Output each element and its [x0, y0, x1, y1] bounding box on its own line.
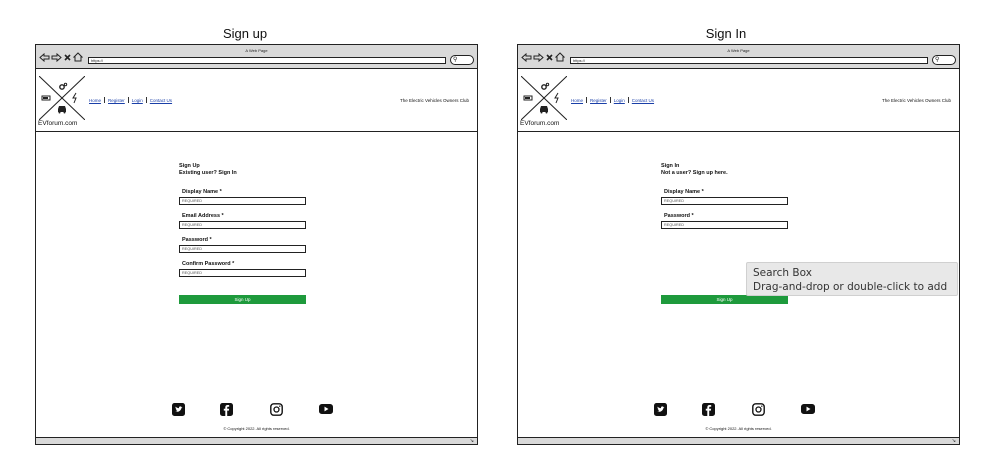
stop-icon[interactable] — [545, 53, 554, 62]
resize-grip-icon[interactable]: ↘ — [470, 438, 474, 444]
browser-search[interactable]: ⚲ — [450, 55, 474, 65]
forward-arrow-icon[interactable] — [51, 52, 62, 62]
facebook-icon[interactable] — [702, 403, 715, 416]
browser-page-name: A Web Page — [245, 48, 268, 53]
email-field: Email Address * REQUIRED — [179, 213, 306, 229]
wireframe-signup: A Web Page https:// ⚲ EVforum.com Home R… — [35, 44, 478, 445]
board-title-signup: Sign up — [222, 26, 268, 41]
logo[interactable] — [38, 75, 86, 121]
nav-home[interactable]: Home — [89, 98, 101, 103]
browser-chrome: A Web Page https:// ⚲ — [518, 45, 959, 69]
display-name-field: Display Name * REQUIRED — [179, 189, 306, 205]
browser-nav-buttons — [39, 52, 83, 62]
display-name-field: Display Name * REQUIRED — [661, 189, 788, 205]
field-label: Display Name * — [182, 189, 222, 195]
header-divider — [36, 131, 477, 132]
signin-form: Sign In Not a user? Sign up here. Displa… — [661, 163, 788, 237]
facebook-icon[interactable] — [220, 403, 233, 416]
browser-status-bar: ↘ — [518, 437, 959, 444]
copyright-icon: © — [705, 426, 709, 431]
search-icon: ⚲ — [453, 57, 458, 63]
twitter-icon[interactable] — [172, 403, 185, 416]
password-field: Password * REQUIRED — [661, 213, 788, 229]
display-name-input[interactable]: REQUIRED — [179, 197, 306, 205]
confirm-password-field: Confirm Password * REQUIRED — [179, 261, 306, 277]
club-name: The Electric Vehicles Owners Club — [881, 98, 951, 103]
browser-search[interactable]: ⚲ — [932, 55, 956, 65]
youtube-icon[interactable] — [801, 403, 815, 415]
field-label: Password * — [182, 237, 212, 243]
header-divider — [518, 131, 959, 132]
password-input[interactable]: REQUIRED — [661, 221, 788, 229]
board-title-signin: Sign In — [705, 26, 747, 41]
youtube-icon[interactable] — [319, 403, 333, 415]
main-nav: Home Register Login Contact Us — [571, 97, 654, 103]
main-nav: Home Register Login Contact Us — [89, 97, 172, 103]
email-input[interactable]: REQUIRED — [179, 221, 306, 229]
nav-contact-us[interactable]: Contact Us — [632, 98, 654, 103]
browser-nav-buttons — [521, 52, 565, 62]
browser-chrome: A Web Page https:// ⚲ — [36, 45, 477, 69]
ev-logo-icon — [520, 75, 568, 121]
browser-page-name: A Web Page — [727, 48, 750, 53]
address-bar[interactable]: https:// — [88, 57, 446, 64]
form-title: Sign Up — [179, 163, 200, 169]
signin-link[interactable]: Existing user? Sign In — [179, 170, 306, 177]
nav-login[interactable]: Login — [614, 98, 625, 103]
stop-icon[interactable] — [63, 53, 72, 62]
club-name: The Electric Vehicles Owners Club — [399, 98, 469, 103]
tooltip-title: Search Box — [753, 267, 812, 279]
copyright-icon: © — [223, 426, 227, 431]
signin-submit-button[interactable]: Sign Up — [661, 295, 788, 304]
field-label: Confirm Password * — [182, 261, 235, 267]
signup-button[interactable]: Sign Up — [179, 295, 306, 304]
instagram-icon[interactable] — [270, 403, 283, 416]
nav-login[interactable]: Login — [132, 98, 143, 103]
confirm-password-input[interactable]: REQUIRED — [179, 269, 306, 277]
search-box-tooltip: Search Box Drag-and-drop or double-click… — [746, 262, 958, 296]
nav-register[interactable]: Register — [590, 98, 607, 103]
logo-text: EVforum.com — [38, 120, 78, 127]
field-label: Display Name * — [664, 189, 704, 195]
instagram-icon[interactable] — [752, 403, 765, 416]
nav-contact-us[interactable]: Contact Us — [150, 98, 172, 103]
copyright: © Copyright 2022. All rights reserved. — [518, 426, 959, 431]
tooltip-hint: Drag-and-drop or double-click to add — [753, 281, 948, 293]
field-label: Email Address * — [182, 213, 224, 219]
forward-arrow-icon[interactable] — [533, 52, 544, 62]
back-arrow-icon[interactable] — [39, 52, 50, 62]
field-label: Password * — [664, 213, 694, 219]
display-name-input[interactable]: REQUIRED — [661, 197, 788, 205]
social-links — [518, 403, 959, 417]
twitter-icon[interactable] — [654, 403, 667, 416]
wireframe-signin: A Web Page https:// ⚲ EVforum.com Home R… — [517, 44, 960, 445]
resize-grip-icon[interactable]: ↘ — [952, 438, 956, 444]
ev-logo-icon — [38, 75, 86, 121]
copyright-text: Copyright 2022. All rights reserved. — [227, 426, 290, 431]
signup-form: Sign Up Existing user? Sign In Display N… — [179, 163, 306, 285]
social-links — [36, 403, 477, 417]
copyright-text: Copyright 2022. All rights reserved. — [709, 426, 772, 431]
home-icon[interactable] — [73, 52, 83, 62]
form-title: Sign In — [661, 163, 680, 169]
logo-text: EVforum.com — [520, 120, 560, 127]
nav-home[interactable]: Home — [571, 98, 583, 103]
nav-register[interactable]: Register — [108, 98, 125, 103]
back-arrow-icon[interactable] — [521, 52, 532, 62]
browser-status-bar: ↘ — [36, 437, 477, 444]
copyright: © Copyright 2022. All rights reserved. — [36, 426, 477, 431]
signup-link[interactable]: Not a user? Sign up here. — [661, 170, 788, 177]
logo[interactable] — [520, 75, 568, 121]
address-bar[interactable]: https:// — [570, 57, 928, 64]
password-field: Password * REQUIRED — [179, 237, 306, 253]
password-input[interactable]: REQUIRED — [179, 245, 306, 253]
home-icon[interactable] — [555, 52, 565, 62]
search-icon: ⚲ — [935, 57, 940, 63]
